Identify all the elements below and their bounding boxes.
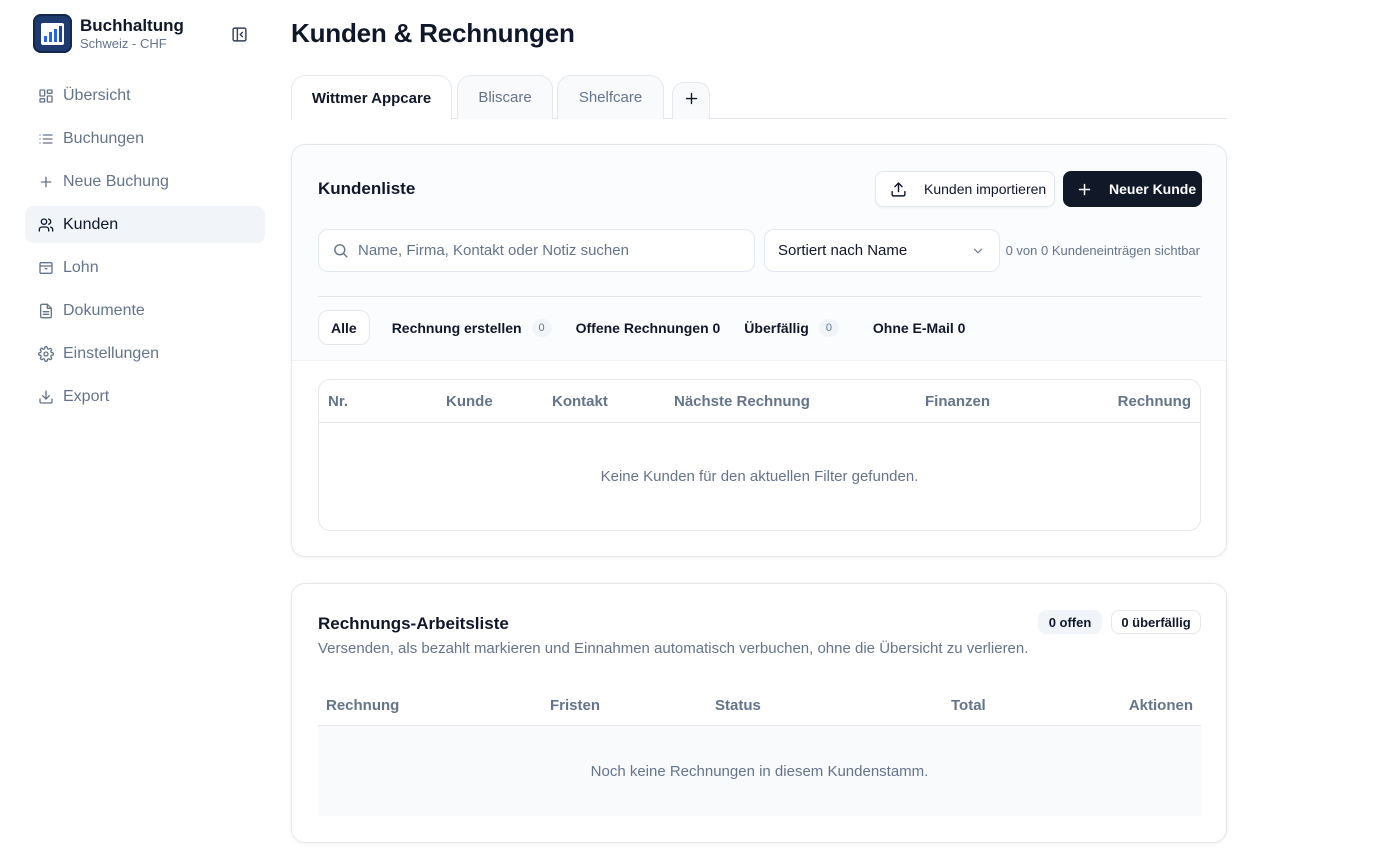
brand-subtitle: Schweiz - CHF <box>80 35 167 51</box>
customer-list-title: Kundenliste <box>318 179 416 198</box>
column-total[interactable]: Total <box>951 697 986 714</box>
upload-icon <box>890 181 907 198</box>
filter-label: Alle <box>331 319 357 336</box>
add-tab-button[interactable] <box>672 82 710 119</box>
list-icon <box>38 131 54 147</box>
visible-count: 0 von 0 Kundeneinträgen sichtbar <box>1005 243 1200 258</box>
tab-bliscare[interactable]: Bliscare <box>457 75 553 119</box>
sidebar: Buchhaltung Schweiz - CHF Übersicht Buch… <box>0 0 280 868</box>
column-finances[interactable]: Finanzen <box>925 393 990 410</box>
customer-list-card: Kundenliste Kunden importieren Neuer Kun… <box>291 144 1227 557</box>
column-next-invoice[interactable]: Nächste Rechnung <box>674 393 810 410</box>
column-deadlines[interactable]: Fristen <box>550 697 600 714</box>
empty-state: Keine Kunden für den aktuellen Filter ge… <box>600 468 919 485</box>
brand: Buchhaltung Schweiz - CHF <box>33 14 184 53</box>
column-invoice[interactable]: Rechnung <box>1118 393 1191 410</box>
filter-all[interactable]: Alle <box>318 310 370 345</box>
divider <box>318 296 1201 297</box>
count-badge: 0 <box>531 318 552 337</box>
sidebar-item-lohn[interactable]: Lohn <box>25 249 265 286</box>
worklist-title: Rechnungs-Arbeitsliste <box>318 614 509 633</box>
import-customers-label: Kunden importieren <box>924 181 1047 197</box>
filter-label: Rechnung erstellen <box>391 319 522 336</box>
customer-table: Nr. Kunde Kontakt Nächste Rechnung Finan… <box>318 379 1201 531</box>
users-icon <box>38 217 54 233</box>
filter-overdue[interactable]: Überfällig 0 <box>732 310 851 345</box>
filter-create-invoice[interactable]: Rechnung erstellen 0 <box>380 310 564 345</box>
column-nr[interactable]: Nr. <box>328 393 348 410</box>
tab-wittmer-appcare[interactable]: Wittmer Appcare <box>291 75 452 120</box>
table-header: Nr. Kunde Kontakt Nächste Rechnung Finan… <box>319 380 1200 423</box>
worklist-table-header: Rechnung Fristen Status Total Aktionen <box>318 688 1201 726</box>
sidebar-item-uebersicht[interactable]: Übersicht <box>25 77 265 114</box>
new-customer-label: Neuer Kunde <box>1109 181 1197 197</box>
search-input[interactable] <box>358 242 738 259</box>
sort-select[interactable]: Sortiert nach Name <box>764 229 1000 272</box>
column-contact[interactable]: Kontakt <box>552 393 608 410</box>
sidebar-item-label: Lohn <box>63 258 99 276</box>
sidebar-item-label: Neue Buchung <box>63 172 169 190</box>
chevron-down-icon <box>971 244 985 262</box>
customer-search <box>318 229 755 272</box>
sidebar-item-kunden[interactable]: Kunden <box>25 206 265 243</box>
sidebar-item-neue-buchung[interactable]: Neue Buchung <box>25 163 265 200</box>
archive-icon <box>38 260 54 276</box>
empty-state: Noch keine Rechnungen in diesem Kundenst… <box>590 763 929 780</box>
filter-label: Offene Rechnungen 0 <box>575 319 721 336</box>
invoice-worklist-card: Rechnungs-Arbeitsliste Versenden, als be… <box>291 583 1227 843</box>
column-status[interactable]: Status <box>715 697 761 714</box>
sidebar-item-export[interactable]: Export <box>25 378 265 415</box>
file-text-icon <box>38 303 54 319</box>
column-invoice[interactable]: Rechnung <box>326 697 399 714</box>
filter-label: Überfällig <box>744 319 809 336</box>
gear-icon <box>38 345 54 362</box>
new-customer-button[interactable]: Neuer Kunde <box>1063 171 1202 207</box>
company-tabs: Wittmer Appcare Bliscare Shelfcare <box>291 75 1227 120</box>
sidebar-item-label: Export <box>63 387 110 405</box>
app-logo <box>33 14 72 53</box>
worklist-subtitle: Versenden, als bezahlt markieren und Ein… <box>318 640 1029 657</box>
filter-chips: Alle Rechnung erstellen 0 Offene Rechnun… <box>318 310 977 345</box>
sidebar-item-label: Einstellungen <box>63 344 160 362</box>
import-customers-button[interactable]: Kunden importieren <box>875 171 1055 207</box>
filter-label: Ohne E-Mail 0 <box>872 319 966 336</box>
column-customer[interactable]: Kunde <box>446 393 493 410</box>
overdue-badge: 0 überfällig <box>1111 610 1201 634</box>
sidebar-item-label: Buchungen <box>63 129 144 147</box>
layout-grid-icon <box>38 88 54 104</box>
brand-title: Buchhaltung <box>80 15 184 35</box>
sidebar-item-dokumente[interactable]: Dokumente <box>25 292 265 329</box>
open-badge: 0 offen <box>1038 610 1102 634</box>
sidebar-item-label: Übersicht <box>63 86 131 104</box>
sidebar-nav: Übersicht Buchungen Neue Buchung Kunden … <box>25 77 265 421</box>
sort-select-value: Sortiert nach Name <box>778 242 908 259</box>
search-icon <box>332 242 349 259</box>
plus-icon <box>684 91 699 111</box>
filter-open-invoices[interactable]: Offene Rechnungen 0 <box>564 310 733 345</box>
plus-icon <box>38 174 54 190</box>
sidebar-item-label: Dokumente <box>63 301 145 319</box>
plus-icon <box>1077 182 1092 197</box>
worklist-table-body: Noch keine Rechnungen in diesem Kundenst… <box>318 726 1201 816</box>
count-badge: 0 <box>818 318 839 337</box>
column-actions[interactable]: Aktionen <box>1129 697 1193 714</box>
sidebar-item-label: Kunden <box>63 215 119 233</box>
download-icon <box>38 389 54 405</box>
sidebar-item-buchungen[interactable]: Buchungen <box>25 120 265 157</box>
page-title: Kunden & Rechnungen <box>291 18 575 48</box>
filter-no-email[interactable]: Ohne E-Mail 0 <box>861 310 978 345</box>
sidebar-collapse-icon[interactable] <box>229 24 249 44</box>
sidebar-item-einstellungen[interactable]: Einstellungen <box>25 335 265 372</box>
tab-shelfcare[interactable]: Shelfcare <box>557 75 664 119</box>
